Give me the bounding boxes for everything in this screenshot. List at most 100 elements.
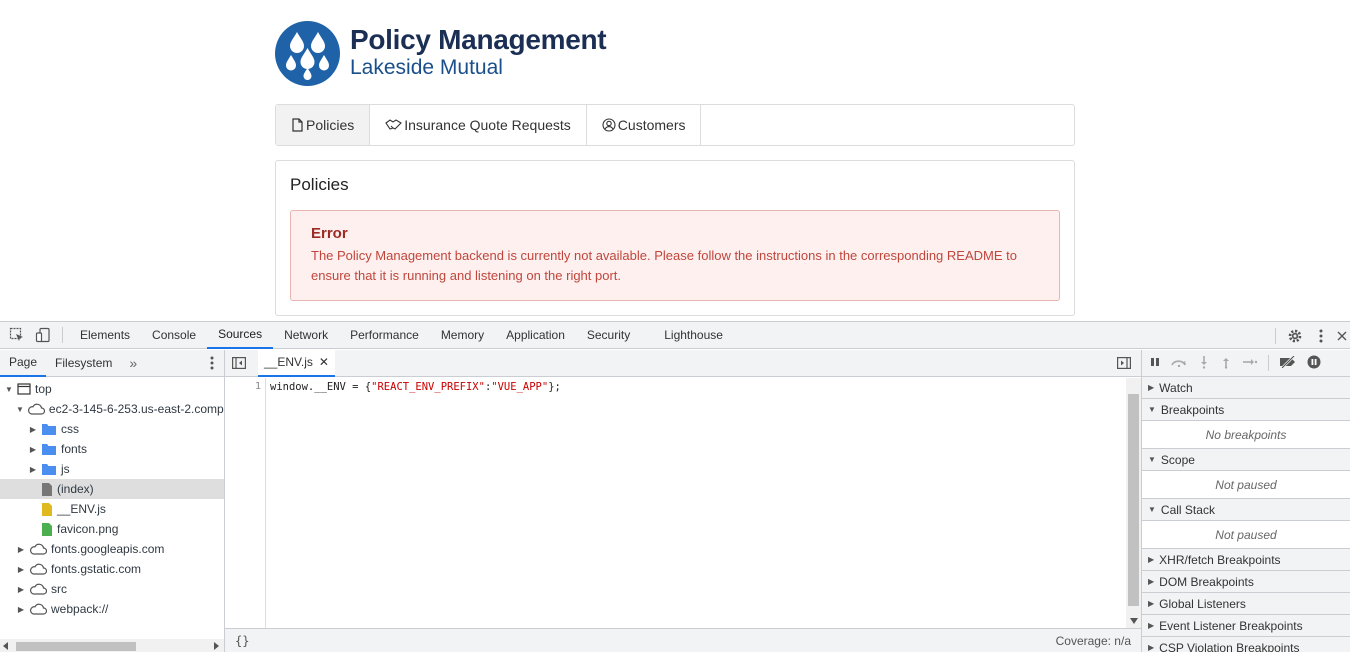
navigator-menu-icon[interactable] bbox=[210, 356, 214, 373]
section-title: Call Stack bbox=[1160, 502, 1215, 517]
toggle-debugger-icon[interactable] bbox=[1113, 350, 1135, 376]
step-into-icon[interactable] bbox=[1198, 355, 1210, 372]
section-dom-breakpoints[interactable]: ▶ DOM Breakpoints bbox=[1142, 571, 1350, 593]
empty-message: Not paused bbox=[1142, 471, 1350, 499]
tab-page[interactable]: Page bbox=[0, 350, 47, 377]
nav-customers[interactable]: Customers bbox=[587, 105, 702, 145]
scroll-right-icon[interactable] bbox=[213, 642, 219, 650]
tree-item-env-js[interactable]: __ENV.js bbox=[0, 499, 224, 519]
deactivate-breakpoints-icon[interactable] bbox=[1279, 354, 1297, 371]
tree-item-js[interactable]: ▶ js bbox=[0, 459, 224, 479]
frame-icon bbox=[17, 383, 31, 395]
collapsed-triangle-icon: ▶ bbox=[29, 444, 37, 454]
editor-tabs: __ENV.js ✕ bbox=[225, 349, 1141, 377]
tab-network[interactable]: Network bbox=[273, 322, 339, 349]
pause-icon[interactable] bbox=[1150, 356, 1160, 370]
main-nav: Policies Insurance Quote Requests Custom… bbox=[275, 104, 1075, 146]
section-title: XHR/fetch Breakpoints bbox=[1159, 552, 1281, 567]
cloud-icon bbox=[29, 603, 47, 615]
collapsed-triangle-icon: ▶ bbox=[17, 604, 25, 614]
collapsed-triangle-icon: ▶ bbox=[17, 564, 25, 574]
close-tab-icon[interactable]: ✕ bbox=[319, 355, 329, 369]
tree-item-favicon[interactable]: favicon.png bbox=[0, 519, 224, 539]
empty-message: No breakpoints bbox=[1142, 421, 1350, 449]
step-out-icon[interactable] bbox=[1220, 355, 1232, 372]
section-title: Breakpoints bbox=[1160, 402, 1225, 417]
more-options-icon[interactable] bbox=[1308, 323, 1334, 349]
section-xhr-fetch-breakpoints[interactable]: ▶ XHR/fetch Breakpoints bbox=[1142, 549, 1350, 571]
tab-filesystem[interactable]: Filesystem bbox=[46, 350, 121, 377]
section-csp-violation-breakpoints[interactable]: ▶ CSP Violation Breakpoints bbox=[1142, 637, 1350, 652]
step-over-icon[interactable] bbox=[1170, 356, 1188, 370]
tree-item-label: css bbox=[61, 422, 79, 436]
editor-vertical-scrollbar[interactable] bbox=[1126, 378, 1141, 628]
pretty-print-button[interactable]: {} bbox=[235, 634, 249, 648]
tab-application[interactable]: Application bbox=[495, 322, 576, 349]
section-event-listener-breakpoints[interactable]: ▶ Event Listener Breakpoints bbox=[1142, 615, 1350, 637]
brand-header: Policy Management Lakeside Mutual bbox=[275, 20, 607, 86]
empty-message: Not paused bbox=[1142, 521, 1350, 549]
step-icon[interactable] bbox=[1242, 356, 1258, 370]
section-call-stack[interactable]: ▼ Call Stack bbox=[1142, 499, 1350, 521]
scroll-down-icon[interactable] bbox=[1130, 618, 1138, 624]
tab-lighthouse[interactable]: Lighthouse bbox=[653, 322, 734, 349]
toolbar-divider bbox=[62, 327, 63, 343]
tree-item-label: fonts bbox=[61, 442, 88, 456]
tree-item-gstatic[interactable]: ▶ fonts.gstatic.com bbox=[0, 559, 224, 579]
section-title: Scope bbox=[1160, 452, 1195, 467]
tab-console[interactable]: Console bbox=[141, 322, 207, 349]
user-circle-icon bbox=[602, 118, 616, 132]
collapsed-triangle-icon: ▶ bbox=[1148, 555, 1155, 564]
scrollbar-thumb[interactable] bbox=[1128, 394, 1139, 606]
editor-tab-env-js[interactable]: __ENV.js ✕ bbox=[258, 349, 335, 377]
pause-on-exceptions-icon[interactable] bbox=[1307, 355, 1321, 372]
collapsed-triangle-icon: ▶ bbox=[1148, 383, 1155, 392]
navigator-tabs: Page Filesystem » bbox=[0, 350, 224, 377]
folder-icon bbox=[41, 423, 57, 436]
expanded-triangle-icon: ▼ bbox=[5, 384, 13, 394]
tree-item-index[interactable]: (index) bbox=[0, 479, 224, 499]
nav-policies[interactable]: Policies bbox=[276, 105, 371, 145]
section-title: DOM Breakpoints bbox=[1159, 574, 1254, 589]
navigator-horizontal-scrollbar[interactable] bbox=[0, 639, 224, 652]
settings-gear-icon[interactable] bbox=[1282, 323, 1308, 349]
tree-item-top[interactable]: ▼ top bbox=[0, 379, 224, 399]
section-breakpoints[interactable]: ▼ Breakpoints bbox=[1142, 399, 1350, 421]
code-token: }; bbox=[548, 381, 561, 393]
section-global-listeners[interactable]: ▶ Global Listeners bbox=[1142, 593, 1350, 615]
tab-memory[interactable]: Memory bbox=[430, 322, 495, 349]
inspect-element-icon[interactable] bbox=[4, 322, 30, 348]
tree-item-host[interactable]: ▼ ec2-3-145-6-253.us-east-2.compute.amaz… bbox=[0, 399, 224, 419]
section-scope[interactable]: ▼ Scope bbox=[1142, 449, 1350, 471]
tab-security[interactable]: Security bbox=[576, 322, 641, 349]
collapsed-triangle-icon: ▶ bbox=[1148, 577, 1155, 586]
tree-item-googleapis[interactable]: ▶ fonts.googleapis.com bbox=[0, 539, 224, 559]
code-area[interactable]: 1 window.__ENV = {"REACT_ENV_PREFIX":"VU… bbox=[225, 378, 1141, 628]
nav-policies-label: Policies bbox=[306, 117, 355, 133]
water-drops-logo-icon bbox=[275, 20, 340, 86]
tab-elements[interactable]: Elements bbox=[69, 322, 141, 349]
tab-performance[interactable]: Performance bbox=[339, 322, 430, 349]
policies-card: Policies Error The Policy Management bac… bbox=[275, 160, 1075, 316]
section-watch[interactable]: ▶ Watch bbox=[1142, 377, 1350, 399]
app-title: Policy Management bbox=[350, 24, 607, 55]
code-string: "VUE_APP" bbox=[491, 381, 549, 393]
tree-item-src[interactable]: ▶ src bbox=[0, 579, 224, 599]
collapsed-triangle-icon: ▶ bbox=[17, 584, 25, 594]
more-tabs-chevron-icon[interactable]: » bbox=[121, 355, 145, 371]
collapsed-triangle-icon: ▶ bbox=[1148, 599, 1155, 608]
tab-sources[interactable]: Sources bbox=[207, 322, 274, 349]
device-toggle-icon[interactable] bbox=[30, 322, 56, 348]
cloud-icon bbox=[29, 583, 47, 595]
scrollbar-thumb[interactable] bbox=[16, 642, 136, 651]
tree-item-webpack[interactable]: ▶ webpack:// bbox=[0, 599, 224, 619]
editor-tab-label: __ENV.js bbox=[264, 355, 313, 369]
close-icon[interactable] bbox=[1334, 323, 1350, 349]
nav-insurance-quote-requests[interactable]: Insurance Quote Requests bbox=[370, 105, 587, 145]
toolbar-divider bbox=[1268, 355, 1269, 371]
tree-item-fonts[interactable]: ▶ fonts bbox=[0, 439, 224, 459]
toolbar-divider bbox=[1275, 327, 1276, 344]
toggle-navigator-icon[interactable] bbox=[228, 350, 250, 376]
scroll-left-icon[interactable] bbox=[3, 642, 9, 650]
tree-item-css[interactable]: ▶ css bbox=[0, 419, 224, 439]
